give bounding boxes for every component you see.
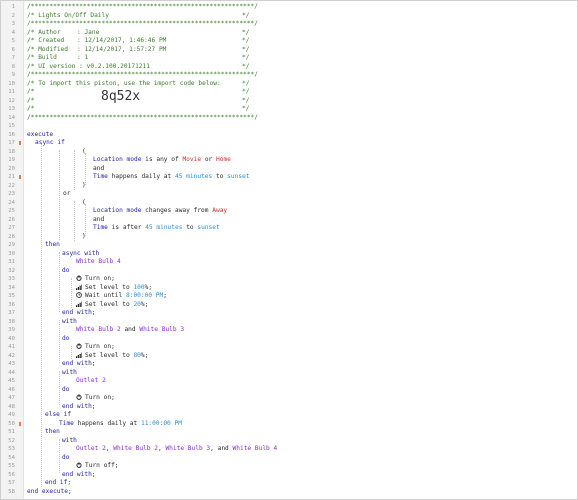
indent-guide [71,346,72,359]
indent-guide [59,320,60,363]
task-turn-on[interactable]: Turn on; [76,343,115,352]
power-icon [76,394,82,400]
created-label: Created [38,37,65,44]
warning-marker [19,175,21,179]
build-label: Build [38,54,57,61]
condition-location-mode[interactable]: Location mode is any of Movie or Home [93,156,231,165]
indent-guide [71,278,72,308]
ui-version-label: UI version [38,62,76,70]
warning-marker [19,141,21,145]
with-keyword[interactable]: with [62,369,77,378]
or-operator[interactable]: or [63,190,70,199]
code-area: 1 /**************************************… [8,3,278,495]
level-icon [76,352,82,358]
else-if-keyword[interactable]: else if [45,411,71,420]
created-value: 12/14/2017, 1:46:46 PM [84,37,167,44]
author-value: Jane [84,28,100,36]
indent-guide [41,142,42,487]
task-turn-on[interactable]: Turn on; [76,275,115,284]
device-white-bulb-4[interactable]: White Bulb 4 [76,258,121,267]
indent-guide [74,201,75,241]
header-border: /***************************************… [27,3,258,10]
condition-time-after[interactable]: Time is after 45 minutes to sunset [93,224,220,233]
device-list[interactable]: Outlet 2, White Bulb 2, White Bulb 3, an… [76,445,277,454]
with-keyword[interactable]: with [62,437,77,446]
indent-guide [59,371,60,405]
ui-version-value: v0.2.100.20171211 [86,62,150,70]
author-label: Author [38,28,61,36]
power-icon [76,275,82,281]
device-list[interactable]: White Bulb 2 and White Bulb 3 [76,326,184,335]
warning-marker [19,421,21,426]
modified-value: 12/14/2017, 1:57:27 PM [84,45,167,53]
task-set-level[interactable]: Set level to 80%; [76,352,148,361]
modified-label: Modified [38,45,68,53]
indent-guide [59,252,60,312]
indent-guide [74,150,75,190]
import-code[interactable]: 8q52x [101,90,140,102]
power-icon [76,343,82,349]
level-icon [76,301,82,307]
execute-keyword[interactable]: execute [27,131,53,140]
condition-time-daily[interactable]: Time happens daily at 45 minutes to suns… [93,173,250,182]
build-value: 1 [84,54,89,61]
async-with-keyword[interactable]: async with [62,250,99,259]
piston-title: Lights On/Off Daily [38,11,109,19]
then-keyword[interactable]: then [45,241,60,250]
import-instructions: To import this piston, use the import co… [38,79,221,87]
task-turn-off[interactable]: Turn off; [76,462,119,471]
piston-code-view: 1 /**************************************… [0,0,578,500]
with-keyword[interactable]: with [62,318,77,327]
then-keyword[interactable]: then [45,428,60,437]
indent-guide [85,153,86,185]
indent-guide [59,150,60,240]
condition-mode-change[interactable]: Location mode changes away from Away [93,207,227,216]
clock-icon [76,292,82,298]
indent-guide [85,204,86,236]
task-turn-on[interactable]: Turn on; [76,394,115,403]
task-set-level[interactable]: Set level to 20%; [76,301,148,310]
task-wait-until[interactable]: Wait until 8:00:00 PM; [76,292,167,301]
task-set-level[interactable]: Set level to 100%; [76,284,152,293]
device-outlet-2[interactable]: Outlet 2 [76,377,106,386]
power-icon [76,462,82,468]
condition-time-11pm[interactable]: Time happens daily at 11:00:00 PM [59,420,182,429]
indent-guide [59,439,60,473]
async-if-keyword[interactable]: async if [35,139,65,148]
level-icon [76,284,82,290]
